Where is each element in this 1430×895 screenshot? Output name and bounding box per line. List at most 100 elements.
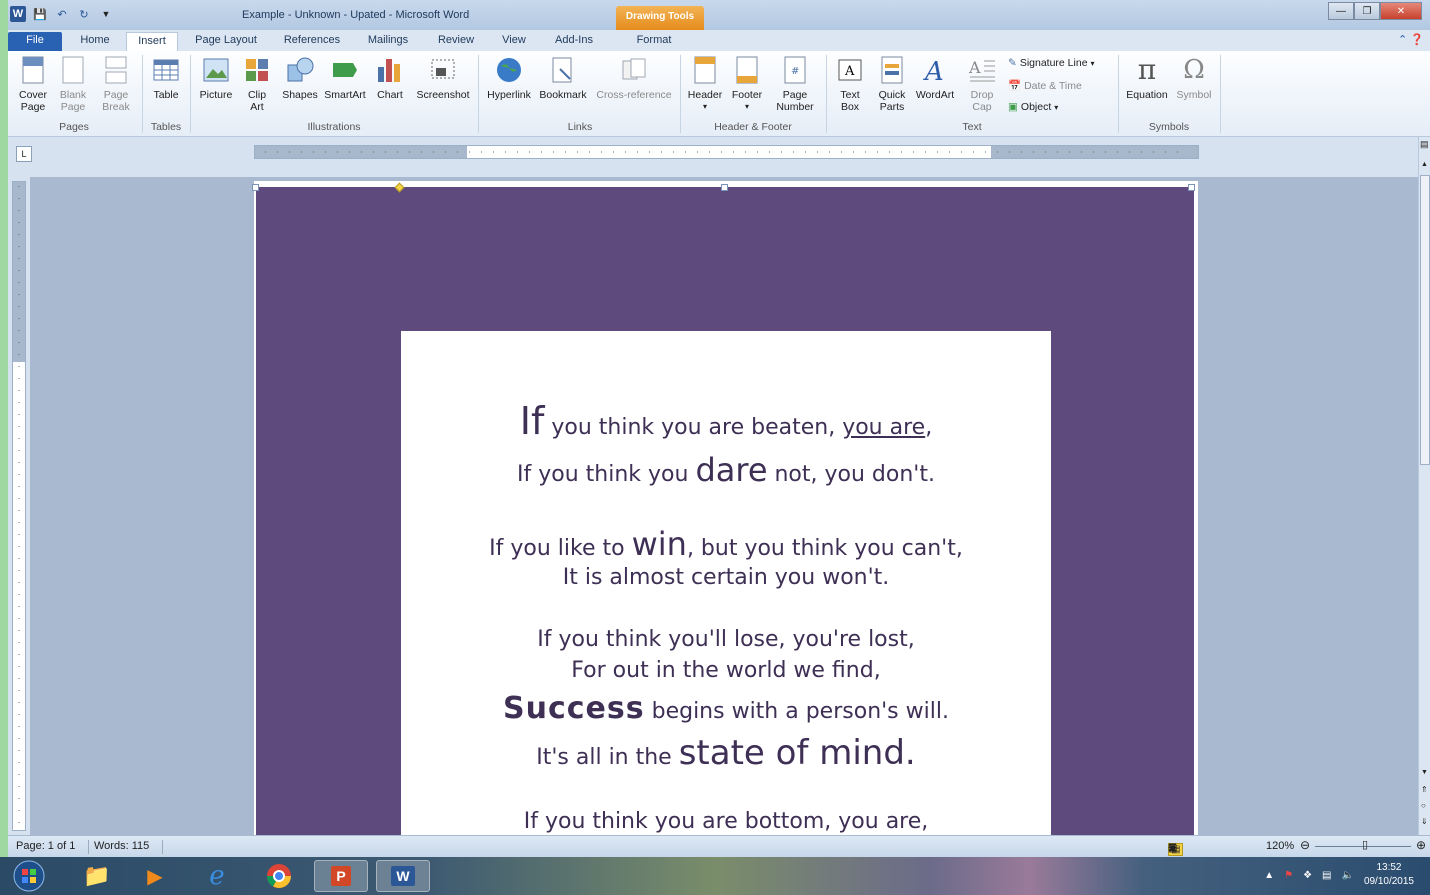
poem-state-of-mind: state of mind. [678,733,916,773]
blank-page-button[interactable]: Blank Page [56,55,90,113]
signature-line-button[interactable]: ✎ Signature Line ▾ [1008,57,1095,69]
word-taskbar-button[interactable]: W [376,860,430,892]
wordart-button[interactable]: A WordArt [912,55,958,101]
table-button[interactable]: Table [148,55,184,101]
scrollbar-thumb[interactable] [1420,175,1430,465]
header-button[interactable]: Header ▾ [684,55,726,113]
tab-home[interactable]: Home [68,32,122,51]
chart-button[interactable]: Chart [372,55,408,101]
zoom-slider-thumb[interactable]: ▯ [1362,838,1368,851]
group-illustrations: Illustrations [307,121,361,133]
resize-handle[interactable] [1188,184,1195,191]
poem-word-win: win [631,525,687,563]
tab-mailings[interactable]: Mailings [358,32,418,51]
footer-button[interactable]: Footer ▾ [728,55,766,113]
tab-references[interactable]: References [272,32,352,51]
vertical-ruler-strip[interactable] [12,181,26,831]
action-center-flag-icon[interactable]: ⚑ [1284,870,1293,881]
smartart-button[interactable]: SmartArt [322,55,368,101]
text-box-icon: A [836,55,864,85]
tab-add-ins[interactable]: Add-Ins [546,32,602,51]
dropbox-icon[interactable]: ❖ [1303,870,1312,881]
clip-art-label: Clip Art [247,89,267,113]
shapes-button[interactable]: Shapes [278,55,322,101]
help-icon[interactable]: ⌃ ❓ [1398,33,1424,46]
poem-word-dare: dare [695,451,768,489]
equation-button[interactable]: π Equation [1122,55,1172,102]
symbol-label: Symbol [1176,89,1212,101]
date-time-button[interactable]: 📅 Date & Time [1008,79,1082,93]
word-app-icon[interactable]: W [10,6,26,22]
explorer-taskbar-button[interactable]: 📁 [70,860,124,892]
media-player-taskbar-button[interactable]: ▶ [128,860,182,892]
tab-view[interactable]: View [492,32,536,51]
minimize-button[interactable]: — [1328,2,1354,20]
redo-icon[interactable]: ↻ [76,6,92,22]
volume-icon[interactable]: 🔈 [1341,870,1353,881]
restore-button[interactable]: ❐ [1354,2,1380,20]
cross-reference-button[interactable]: Cross-reference [592,55,676,101]
network-icon[interactable]: ▤ [1322,870,1331,881]
page-break-button[interactable]: Page Break [96,55,136,113]
symbol-button[interactable]: Ω Symbol [1174,55,1214,101]
hyperlink-button[interactable]: Hyperlink [482,55,536,101]
group-pages: Pages [59,121,89,133]
picture-button[interactable]: Picture [196,55,236,101]
save-icon[interactable]: 💾 [32,6,48,22]
scroll-up-icon[interactable]: ▲ [1421,161,1428,168]
previous-page-icon[interactable]: ⇑ [1421,785,1428,794]
next-page-icon[interactable]: ⇓ [1421,817,1428,826]
customize-toolbar-icon[interactable]: ▼ [98,6,114,22]
zoom-in-icon[interactable]: ⊕ [1416,838,1426,852]
resize-handle[interactable] [252,184,259,191]
equation-label: Equation [1126,89,1168,101]
scroll-down-icon[interactable]: ▼ [1421,769,1428,776]
poem-text-box[interactable]: If you think you are beaten, you are, If… [401,331,1051,835]
tab-format[interactable]: Format [624,32,684,51]
cover-page-label: Cover Page [18,89,47,113]
drop-cap-button[interactable]: A Drop Cap [964,55,1000,113]
zoom-level[interactable]: 120% [1266,840,1294,852]
picture-icon [202,55,230,85]
text-box-button[interactable]: A Text Box [830,55,870,113]
object-button[interactable]: ▣ Object ▾ [1008,101,1058,113]
horizontal-ruler[interactable] [254,145,1199,159]
start-button[interactable] [6,860,52,892]
vertical-scrollbar[interactable]: ▤ ▲ ▼ ⇑ ○ ⇓ [1418,137,1430,835]
show-hidden-icons-icon[interactable]: ▲ [1264,870,1274,881]
group-symbols: Symbols [1148,121,1190,133]
ruler-area: L [8,137,1430,177]
poem-underlined: you are [842,415,926,440]
chevron-down-icon: ▾ [1054,102,1059,112]
internet-explorer-taskbar-button[interactable]: e [190,860,244,892]
document-page[interactable]: If you think you are beaten, you are, If… [252,181,1198,835]
powerpoint-taskbar-button[interactable]: P [314,860,368,892]
chrome-taskbar-button[interactable] [252,860,306,892]
clip-art-button[interactable]: Clip Art [242,55,272,113]
view-ruler-icon[interactable]: ▤ [1420,139,1429,150]
word-count[interactable]: Words: 115 [94,840,149,852]
undo-icon[interactable]: ↶ [54,6,70,22]
resize-handle[interactable] [721,184,728,191]
bookmark-button[interactable]: Bookmark [536,55,590,101]
cover-page-button[interactable]: Cover Page [14,55,52,113]
smartart-label: SmartArt [324,89,366,101]
clock[interactable]: 13:52 09/10/2015 [1364,861,1414,889]
quick-parts-button[interactable]: Quick Parts [874,55,910,113]
tab-selector-button[interactable]: L [16,146,32,162]
tab-page-layout[interactable]: Page Layout [186,32,266,51]
tab-file[interactable]: File [8,32,62,51]
tab-insert[interactable]: Insert [126,32,178,51]
browse-object-icon[interactable]: ○ [1421,801,1426,810]
picture-label: Picture [199,89,233,101]
poem-line-2: If you think you dare not, you don't. [401,451,1051,489]
page-number-button[interactable]: # Page Number [768,55,822,113]
footer-label: Footer [731,89,763,101]
page-count[interactable]: Page: 1 of 1 [16,840,75,852]
draft-icon[interactable]: ≡ [1168,843,1174,854]
ribbon-tabs: File Home Insert Page Layout References … [8,30,1430,51]
screenshot-button[interactable]: Screenshot [412,55,474,101]
close-button[interactable]: ✕ [1380,2,1422,20]
tab-review[interactable]: Review [428,32,484,51]
zoom-out-icon[interactable]: ⊖ [1300,838,1310,852]
